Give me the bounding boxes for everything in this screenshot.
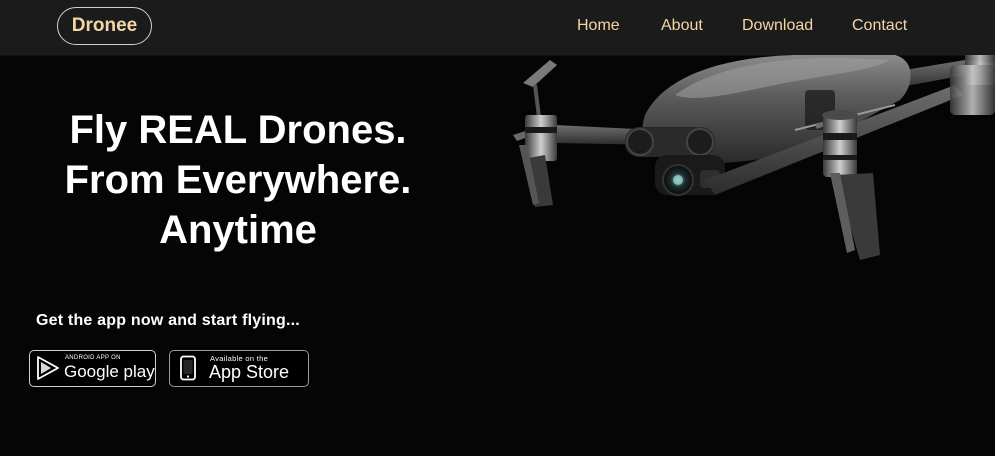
drone-image: [513, 55, 995, 260]
hero-title-line: Fly REAL Drones.: [69, 108, 407, 152]
nav-link-download[interactable]: Download: [742, 17, 813, 35]
play-triangle-icon: [37, 356, 59, 380]
hero-title-line: From Everywhere.: [64, 158, 412, 202]
nav-link-home[interactable]: Home: [577, 17, 620, 35]
google-badge-label: Google play: [64, 362, 155, 381]
apple-badge-label: App Store: [209, 362, 290, 382]
brand-logo[interactable]: Dronee: [57, 7, 152, 45]
navbar: Dronee Home About Download Contact: [0, 0, 995, 55]
google-play-badge[interactable]: ANDROID APP ON Google play: [29, 350, 156, 387]
nav-link-about[interactable]: About: [661, 17, 703, 35]
google-badge-caption: ANDROID APP ON: [65, 355, 121, 361]
app-store-badge[interactable]: Available on the App Store: [169, 350, 309, 387]
hero-title-line: Anytime: [159, 208, 317, 252]
smartphone-icon: [180, 355, 196, 381]
landing-page: Dronee Home About Download Contact Fly R…: [0, 0, 995, 456]
nav-link-contact[interactable]: Contact: [852, 17, 907, 35]
hero-title: Fly REAL Drones. From Everywhere. Anytim…: [28, 105, 448, 255]
hero-tagline: Get the app now and start flying...: [36, 312, 300, 329]
